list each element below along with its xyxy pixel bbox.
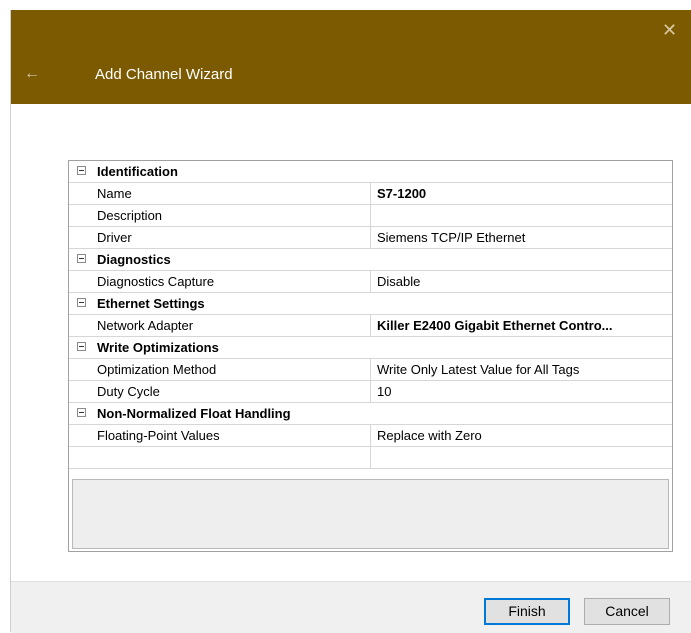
arrow-left-icon[interactable]: ← [24,66,40,82]
category-row[interactable]: Diagnostics [69,249,672,271]
property-name: Name [97,186,132,201]
property-row-empty[interactable] [69,447,672,469]
wizard-title: Add Channel Wizard [95,66,233,83]
property-row[interactable]: Floating-Point Values Replace with Zero [69,425,672,447]
category-row[interactable]: Write Optimizations [69,337,672,359]
property-row[interactable]: Name S7-1200 [69,183,672,205]
collapse-icon[interactable] [77,298,86,307]
property-row[interactable]: Network Adapter Killer E2400 Gigabit Ethe… [69,315,672,337]
category-row[interactable]: Identification [69,161,672,183]
property-name: Network Adapter [97,318,194,333]
property-value[interactable]: Write Only Latest Value for All Tags [370,359,672,380]
property-row[interactable]: Driver Siemens TCP/IP Ethernet [69,227,672,249]
collapse-icon[interactable] [77,408,86,417]
category-label: Write Optimizations [97,340,219,355]
property-row[interactable]: Description [69,205,672,227]
wizard-footer: Finish Cancel [11,581,691,633]
property-name: Driver [97,230,132,245]
property-value[interactable] [370,205,672,226]
cancel-button[interactable]: Cancel [584,598,670,625]
category-row[interactable]: Ethernet Settings [69,293,672,315]
collapse-icon[interactable] [77,166,86,175]
property-value[interactable]: 10 [370,381,672,402]
property-name: Description [97,208,163,223]
property-name-empty [97,447,369,468]
property-name: Optimization Method [97,362,217,377]
category-label: Ethernet Settings [97,296,205,311]
property-value[interactable]: Killer E2400 Gigabit Ethernet Contro... [370,315,672,336]
property-grid: Identification Name S7-1200 Description Driv… [68,160,673,552]
collapse-icon[interactable] [77,254,86,263]
category-label: Non-Normalized Float Handling [97,406,291,421]
property-name: Diagnostics Capture [97,274,215,289]
property-value[interactable]: Disable [370,271,672,292]
property-value[interactable]: S7-1200 [370,183,672,204]
wizard-header [11,10,691,104]
description-panel [72,479,669,549]
finish-button[interactable]: Finish [484,598,570,625]
property-row[interactable]: Duty Cycle 10 [69,381,672,403]
property-value-empty[interactable] [370,447,672,468]
property-value[interactable]: Siemens TCP/IP Ethernet [370,227,672,248]
property-value[interactable]: Replace with Zero [370,425,672,446]
category-label: Identification [97,164,178,179]
property-row[interactable]: Diagnostics Capture Disable [69,271,672,293]
collapse-icon[interactable] [77,342,86,351]
property-name: Duty Cycle [97,384,160,399]
property-row[interactable]: Optimization Method Write Only Latest Val… [69,359,672,381]
close-icon[interactable]: ✕ [662,21,677,39]
property-name: Floating-Point Values [97,428,220,443]
category-label: Diagnostics [97,252,171,267]
category-row[interactable]: Non-Normalized Float Handling [69,403,672,425]
